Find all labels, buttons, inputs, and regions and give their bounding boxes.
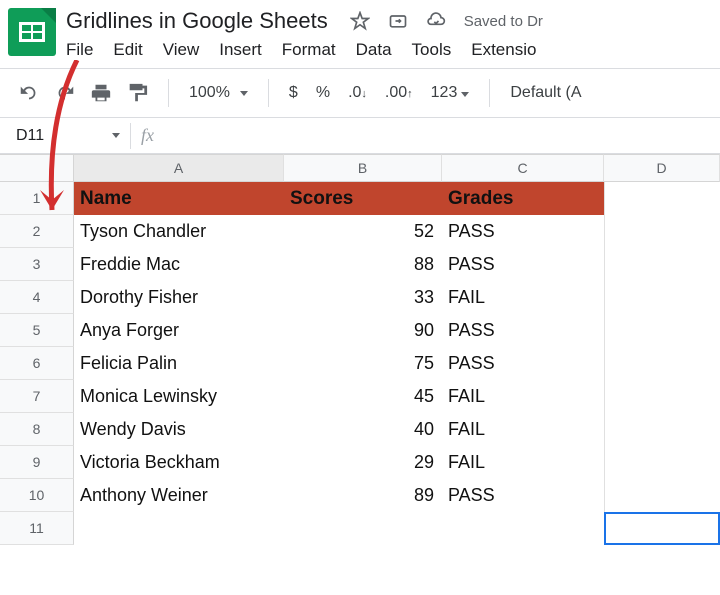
redo-icon[interactable] xyxy=(54,82,76,104)
cell[interactable]: Monica Lewinsky xyxy=(74,380,284,413)
column-header-d[interactable]: D xyxy=(604,154,720,182)
row-header[interactable]: 1 xyxy=(0,182,74,215)
cell[interactable]: Tyson Chandler xyxy=(74,215,284,248)
document-title[interactable]: Gridlines in Google Sheets xyxy=(66,8,328,34)
decrease-decimal-button[interactable]: .0↓ xyxy=(348,84,367,102)
cell[interactable]: PASS xyxy=(442,479,604,512)
cell[interactable] xyxy=(604,215,720,248)
row-header[interactable]: 10 xyxy=(0,479,74,512)
column-header-b[interactable]: B xyxy=(284,154,442,182)
row-header[interactable]: 9 xyxy=(0,446,74,479)
cell[interactable] xyxy=(604,248,720,281)
cell[interactable] xyxy=(604,413,720,446)
cell[interactable]: FAIL xyxy=(442,413,604,446)
cell[interactable] xyxy=(604,281,720,314)
select-all-corner[interactable] xyxy=(0,154,74,182)
cell[interactable] xyxy=(604,347,720,380)
cell[interactable] xyxy=(74,512,284,545)
cell[interactable] xyxy=(284,512,442,545)
cell[interactable]: 88 xyxy=(284,248,442,281)
cell[interactable]: Dorothy Fisher xyxy=(74,281,284,314)
menu-data[interactable]: Data xyxy=(356,40,392,60)
menu-extensions[interactable]: Extensio xyxy=(471,40,536,60)
row-header[interactable]: 4 xyxy=(0,281,74,314)
cell[interactable]: 90 xyxy=(284,314,442,347)
cloud-icon[interactable] xyxy=(426,11,446,31)
row-header[interactable]: 2 xyxy=(0,215,74,248)
cell[interactable]: Victoria Beckham xyxy=(74,446,284,479)
row-header[interactable]: 5 xyxy=(0,314,74,347)
zoom-selector[interactable]: 100% xyxy=(189,84,248,102)
cell[interactable]: FAIL xyxy=(442,281,604,314)
row-header[interactable]: 8 xyxy=(0,413,74,446)
move-icon[interactable] xyxy=(388,11,408,31)
paint-format-icon[interactable] xyxy=(126,82,148,104)
cell[interactable]: PASS xyxy=(442,215,604,248)
row-header[interactable]: 11 xyxy=(0,512,74,545)
row-header[interactable]: 7 xyxy=(0,380,74,413)
menu-format[interactable]: Format xyxy=(282,40,336,60)
row-header[interactable]: 3 xyxy=(0,248,74,281)
cell[interactable] xyxy=(604,314,720,347)
row-header[interactable]: 6 xyxy=(0,347,74,380)
cell[interactable]: 89 xyxy=(284,479,442,512)
cell[interactable]: Wendy Davis xyxy=(74,413,284,446)
save-status: Saved to Dr xyxy=(464,13,543,30)
menu-view[interactable]: View xyxy=(163,40,200,60)
cell[interactable]: Name xyxy=(74,182,284,215)
cell[interactable]: 75 xyxy=(284,347,442,380)
menu-file[interactable]: File xyxy=(66,40,93,60)
cell[interactable] xyxy=(604,446,720,479)
cell[interactable]: 40 xyxy=(284,413,442,446)
cell[interactable] xyxy=(442,512,604,545)
cell[interactable]: Freddie Mac xyxy=(74,248,284,281)
cell[interactable]: 52 xyxy=(284,215,442,248)
menu-bar: File Edit View Insert Format Data Tools … xyxy=(66,40,712,60)
currency-button[interactable]: $ xyxy=(289,84,298,102)
sheets-logo[interactable] xyxy=(8,8,56,56)
cell[interactable] xyxy=(604,479,720,512)
font-selector[interactable]: Default (A xyxy=(510,84,581,102)
toolbar: 100% $ % .0↓ .00↑ 123 Default (A xyxy=(0,69,720,117)
cell[interactable]: PASS xyxy=(442,347,604,380)
column-header-a[interactable]: A xyxy=(74,154,284,182)
percent-button[interactable]: % xyxy=(316,84,330,102)
cell[interactable]: Anya Forger xyxy=(74,314,284,347)
cell[interactable]: 33 xyxy=(284,281,442,314)
cell[interactable]: Grades xyxy=(442,182,604,215)
cell[interactable]: FAIL xyxy=(442,446,604,479)
name-box[interactable]: D11 xyxy=(10,127,120,145)
cell[interactable]: PASS xyxy=(442,248,604,281)
menu-insert[interactable]: Insert xyxy=(219,40,262,60)
menu-tools[interactable]: Tools xyxy=(412,40,452,60)
cell[interactable] xyxy=(604,380,720,413)
cell[interactable]: PASS xyxy=(442,314,604,347)
spreadsheet-grid: A B C D 1 Name Scores Grades 2Tyson Chan… xyxy=(0,154,720,545)
number-format-button[interactable]: 123 xyxy=(431,84,470,102)
undo-icon[interactable] xyxy=(18,82,40,104)
cell[interactable]: 45 xyxy=(284,380,442,413)
cell[interactable]: Anthony Weiner xyxy=(74,479,284,512)
cell[interactable]: Scores xyxy=(284,182,442,215)
menu-edit[interactable]: Edit xyxy=(113,40,142,60)
print-icon[interactable] xyxy=(90,82,112,104)
fx-icon: fx xyxy=(141,125,154,146)
column-header-c[interactable]: C xyxy=(442,154,604,182)
star-icon[interactable] xyxy=(350,11,370,31)
cell[interactable]: FAIL xyxy=(442,380,604,413)
increase-decimal-button[interactable]: .00↑ xyxy=(385,84,413,102)
cell[interactable]: Felicia Palin xyxy=(74,347,284,380)
formula-bar[interactable] xyxy=(164,127,710,144)
cell[interactable]: 29 xyxy=(284,446,442,479)
cell-selected[interactable] xyxy=(604,512,720,545)
cell[interactable] xyxy=(604,182,720,215)
